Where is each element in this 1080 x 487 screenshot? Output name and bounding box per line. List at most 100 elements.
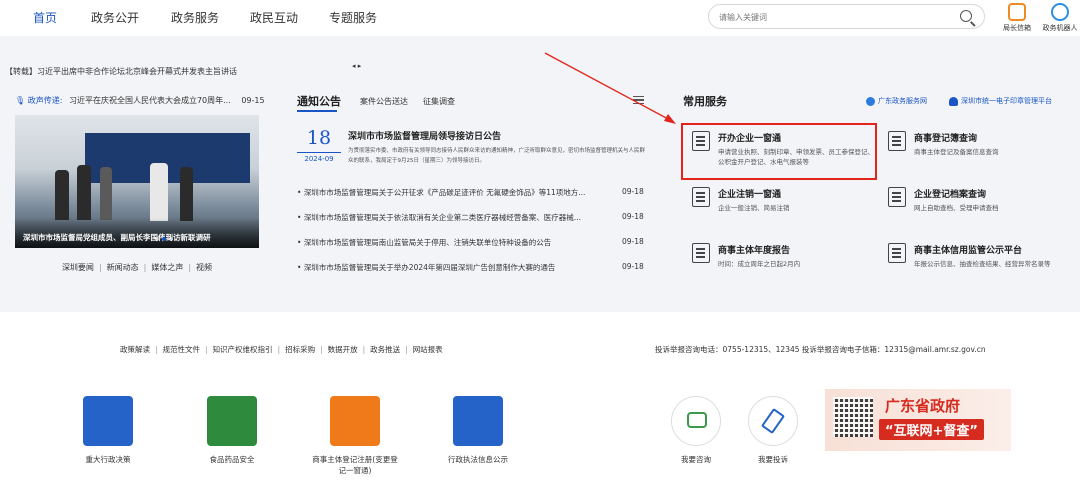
photo-caption: 深圳市市场监督局党组成员、副局长李国伟到访新联调研 xyxy=(15,218,259,248)
service-desc: 时间：成立周年之日起2月内 xyxy=(718,260,801,268)
featured-notice-title[interactable]: 深圳市市场监督管理局领导接访日公告 xyxy=(348,129,501,142)
mailbox-icon xyxy=(1008,3,1026,21)
notice-item-title: • 深圳市市场监督管理局南山监管局关于停用、注销失联单位特种设备的公告 xyxy=(297,238,552,247)
gov-robot-label: 政务机器人 xyxy=(1042,24,1078,32)
app-label: 食品药品安全 xyxy=(209,455,255,464)
app-food-drug-safety[interactable]: 食品药品安全 xyxy=(200,396,264,465)
fda-icon xyxy=(207,396,257,446)
link-shenzhen-news[interactable]: 深圳要闻 xyxy=(62,263,94,272)
director-mailbox-label: 局长信箱 xyxy=(1003,24,1031,32)
link-guangdong-gov-service[interactable]: 广东政务服务网 xyxy=(866,96,927,106)
photo-person xyxy=(100,167,112,220)
link-media-voice[interactable]: 媒体之声 xyxy=(151,263,183,272)
person-icon xyxy=(949,96,958,106)
voice-headline[interactable]: 🎙 政声传递: 习近平在庆祝全国人民代表大会成立70周年... 09-15 xyxy=(15,95,265,106)
link-electronic-seal-platform[interactable]: 深圳市统一电子印章管理平台 xyxy=(949,96,1052,106)
registration-icon xyxy=(330,396,380,446)
featured-date: 18 2024-09 xyxy=(297,127,341,163)
app-label: 行政执法信息公示 xyxy=(448,455,508,464)
carousel-dot-active[interactable] xyxy=(162,237,166,241)
app-enforcement-publicity[interactable]: 行政执法信息公示 xyxy=(438,396,518,465)
nav-government-services[interactable]: 政务服务 xyxy=(171,9,219,26)
featured-notice-desc: 为贯彻落实市委、市政府有关领导同志接待人民群众来访的通知精神，广泛听取群众意见，… xyxy=(348,148,646,164)
link-news-updates[interactable]: 新闻动态 xyxy=(107,263,139,272)
director-mailbox-button[interactable]: 局长信箱 xyxy=(997,3,1037,33)
gov-robot-button[interactable]: 政务机器人 xyxy=(1040,3,1080,33)
voice-label: 政声传递: xyxy=(27,96,63,105)
search-document-icon xyxy=(888,131,906,151)
nav-public-interaction[interactable]: 政民互动 xyxy=(250,9,298,26)
service-desc: 年报公示信息、抽查检查结果、经营异常名录等 xyxy=(914,260,1051,268)
left-news-links: 深圳要闻 | 新闻动态 | 媒体之声 | 视频 xyxy=(61,263,213,272)
app-label: 商事主体登记注册(变更登记一窗通) xyxy=(312,455,398,475)
footer-link[interactable]: 数据开放 xyxy=(328,345,358,354)
list-icon xyxy=(888,243,906,263)
gov-service-icon xyxy=(866,96,875,106)
footer-link[interactable]: 知识产权维权指引 xyxy=(213,345,273,354)
voice-text: 习近平在庆祝全国人民代表大会成立70周年... xyxy=(68,96,231,105)
service-name: 企业注销一窗通 xyxy=(718,190,782,200)
consult-button[interactable]: 我要咨询 xyxy=(668,396,724,465)
robot-icon xyxy=(1051,3,1069,21)
tab-survey[interactable]: 征集调查 xyxy=(423,96,455,107)
complaint-contact: 投诉举报咨询电话：0755-12315、12345 投诉举报咨询电子信箱：123… xyxy=(655,345,986,354)
link-guangdong-gov-service-label: 广东政务服务网 xyxy=(878,97,927,105)
footer-link[interactable]: 政务推送 xyxy=(370,345,400,354)
consult-icon xyxy=(671,396,721,446)
voice-date: 09-15 xyxy=(241,96,265,105)
service-desc: 企业一般注销、简易注销 xyxy=(718,204,790,212)
carousel-dot[interactable] xyxy=(169,237,173,241)
enforcement-icon xyxy=(453,396,503,446)
consult-label: 我要咨询 xyxy=(681,455,711,464)
menu-icon[interactable] xyxy=(633,96,644,104)
footer-link[interactable]: 规范性文件 xyxy=(163,345,201,354)
notice-title[interactable]: 通知公告 xyxy=(297,93,341,109)
top-navigation: 首页 政务公开 政务服务 政民互动 专题服务 局长信箱 政务机器人 xyxy=(0,0,1080,36)
nav-government-affairs-public[interactable]: 政务公开 xyxy=(91,9,139,26)
notice-item-date: 09-18 xyxy=(622,237,644,246)
search-box xyxy=(708,4,985,29)
footer-link[interactable]: 招标采购 xyxy=(285,345,315,354)
banner-line2: “互联网+督查” xyxy=(879,419,984,440)
service-name: 商事主体信用监管公示平台 xyxy=(914,246,1023,256)
notice-title-underline xyxy=(297,110,337,112)
complaint-button[interactable]: 我要投诉 xyxy=(745,396,801,465)
link-electronic-seal-platform-label: 深圳市统一电子印章管理平台 xyxy=(961,97,1052,105)
search-input[interactable] xyxy=(719,10,939,24)
news-ticker[interactable]: 【转载】习近平出席中非合作论坛北京峰会开幕式并发表主旨讲话 xyxy=(5,66,237,77)
banner-line1: 广东省政府 xyxy=(885,397,961,415)
carousel-dots xyxy=(155,234,176,244)
notice-item-title: • 深圳市市场监督管理局关于依法取消有关企业第二类医疗器械经营备案、医疗器械..… xyxy=(297,213,581,222)
featured-year-month: 2024-09 xyxy=(297,152,341,163)
service-name: 商事主体年度报告 xyxy=(718,246,791,256)
service-name: 商事登记簿查询 xyxy=(914,134,978,144)
carousel-dot[interactable] xyxy=(155,237,159,241)
photo-person xyxy=(55,170,69,220)
footer-link[interactable]: 政策解读 xyxy=(120,345,150,354)
search-icon[interactable] xyxy=(960,10,972,22)
tab-case-announcement[interactable]: 案件公告送达 xyxy=(360,96,408,107)
news-photo-carousel[interactable]: 深圳市市场监督局党组成员、副局长李国伟到访新联调研 xyxy=(15,115,259,248)
service-desc: 商事主体登记及备案信息查询 xyxy=(914,148,999,156)
service-name: 企业登记档案查询 xyxy=(914,190,987,200)
qr-code-overlay xyxy=(833,397,873,437)
decision-icon xyxy=(83,396,133,446)
app-major-decisions[interactable]: 重大行政决策 xyxy=(78,396,138,465)
monitor-icon xyxy=(692,187,710,207)
highlight-box xyxy=(681,123,877,180)
microphone-icon: 🎙 xyxy=(15,96,26,105)
photo-person xyxy=(180,167,193,221)
link-video[interactable]: 视频 xyxy=(196,263,212,272)
notice-item-date: 09-18 xyxy=(622,187,644,196)
services-title: 常用服务 xyxy=(683,95,727,108)
ticker-arrows[interactable]: ◂ ▸ xyxy=(352,62,361,70)
footer-link[interactable]: 网站报表 xyxy=(413,345,443,354)
supervision-banner[interactable]: 广东省政府 “互联网+督查” xyxy=(825,389,1011,451)
app-business-registration[interactable]: 商事主体登记注册(变更登记一窗通) xyxy=(310,396,400,476)
photo-person xyxy=(77,165,91,220)
nav-home[interactable]: 首页 xyxy=(33,9,57,26)
photo-person xyxy=(150,163,168,221)
service-desc: 网上自助查档、受理申请查档 xyxy=(914,204,999,212)
notice-item-title: • 深圳市市场监督管理局关于公开征求《产品碳足迹评价 无氟硬金饰品》等11项地方… xyxy=(297,188,586,197)
nav-special-services[interactable]: 专题服务 xyxy=(329,9,377,26)
